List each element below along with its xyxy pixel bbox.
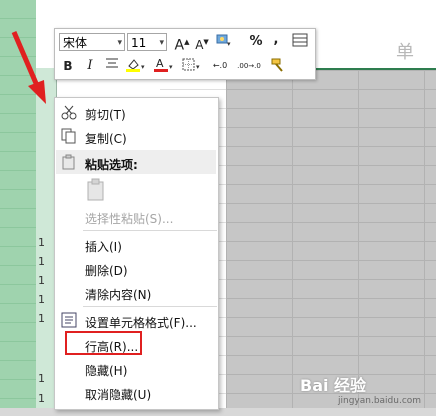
svg-text:▾: ▾	[196, 63, 200, 71]
row-number[interactable]: 1	[38, 293, 45, 306]
row-number[interactable]: 1	[38, 255, 45, 268]
row-number[interactable]: 1	[38, 236, 45, 249]
row-number[interactable]: 1	[38, 312, 45, 325]
decrease-font-button[interactable]: A▼	[193, 33, 211, 52]
baidu-watermark: Bai 经验	[300, 376, 367, 395]
font-color-button[interactable]: A ▾	[153, 57, 173, 75]
row-height-highlight-annotation	[65, 331, 142, 355]
italic-button[interactable]: I	[81, 57, 99, 75]
brush-icon	[271, 58, 283, 72]
bold-button[interactable]: B	[59, 57, 77, 75]
paste-icon	[62, 154, 75, 170]
watermark-url: jingyan.baidu.com	[338, 396, 422, 406]
format-cells-toolbar-button[interactable]	[291, 33, 309, 51]
percent-style-button[interactable]: %	[247, 33, 265, 51]
menu-item-paste-special[interactable]: 选择性粘贴(S)...	[85, 210, 173, 227]
mini-toolbar: 宋体 ▾ 11 ▾ A▲ A▼ ▾ % , B I ▾ A ▾ ▾ ←.0 .00…	[54, 28, 316, 80]
borders-button[interactable]: ▾	[181, 57, 200, 75]
paste-clipboard-icon[interactable]	[85, 178, 107, 202]
font-name-value: 宋体	[63, 36, 88, 50]
align-center-icon	[106, 58, 118, 68]
copy-icon	[61, 128, 76, 144]
font-color-icon: A ▾	[154, 57, 173, 72]
menu-item-hide[interactable]: 隐藏(H)	[85, 362, 127, 379]
increase-font-button[interactable]: A▲	[173, 33, 191, 54]
row-number[interactable]: 1	[38, 274, 45, 287]
font-size-value: 11	[131, 36, 147, 50]
svg-text:▾: ▾	[169, 63, 173, 71]
menu-separator	[83, 230, 217, 231]
menu-item-clear-contents[interactable]: 清除内容(N)	[85, 286, 151, 303]
menu-item-insert[interactable]: 插入(I)	[85, 238, 122, 255]
comma-style-button[interactable]: ,	[267, 31, 285, 49]
svg-text:▾: ▾	[227, 40, 231, 47]
font-size-select[interactable]: 11 ▾	[127, 33, 167, 51]
font-name-select[interactable]: 宋体 ▾	[59, 33, 125, 51]
menu-item-delete[interactable]: 删除(D)	[85, 262, 128, 279]
increase-font-label: A	[174, 37, 185, 54]
menu-item-unhide[interactable]: 取消隐藏(U)	[85, 386, 151, 403]
paint-bucket-icon: ▾	[126, 59, 145, 72]
accounting-format-icon: ▾	[216, 34, 231, 48]
menu-item-paste-options-header: 粘贴选项:	[85, 158, 138, 172]
menu-item-copy[interactable]: 复制(C)	[85, 130, 127, 147]
align-center-button[interactable]	[103, 57, 121, 75]
row-number[interactable]: 1	[38, 392, 45, 405]
increase-decimal-button[interactable]: ←.0	[207, 57, 233, 75]
sheet-title-fragment: 单	[396, 42, 414, 63]
menu-item-cut[interactable]: 剪切(T)	[85, 106, 126, 123]
accounting-format-button[interactable]: ▾	[215, 33, 233, 51]
fill-color-button[interactable]: ▾	[125, 57, 145, 75]
menu-separator	[83, 306, 217, 307]
format-painter-button[interactable]	[269, 57, 287, 75]
chevron-down-icon: ▾	[117, 38, 122, 48]
scissors-icon	[61, 105, 77, 120]
chevron-down-icon: ▾	[159, 38, 164, 48]
svg-text:▾: ▾	[141, 63, 145, 71]
table-icon	[292, 33, 308, 47]
menu-item-format-cells[interactable]: 设置单元格格式(F)...	[85, 314, 197, 331]
row-number[interactable]: 1	[38, 372, 45, 385]
borders-icon: ▾	[182, 58, 200, 71]
format-cells-icon	[61, 312, 77, 328]
red-arrow-annotation	[11, 31, 46, 104]
context-menu: 剪切(T) 复制(C) 粘贴选项: 选择性粘贴(S)... 插入(I) 删除(D…	[54, 97, 219, 410]
decrease-decimal-button[interactable]: .00→.0	[235, 57, 263, 75]
svg-text:A: A	[156, 57, 164, 70]
cell-grid-selected-rows[interactable]	[226, 70, 436, 416]
